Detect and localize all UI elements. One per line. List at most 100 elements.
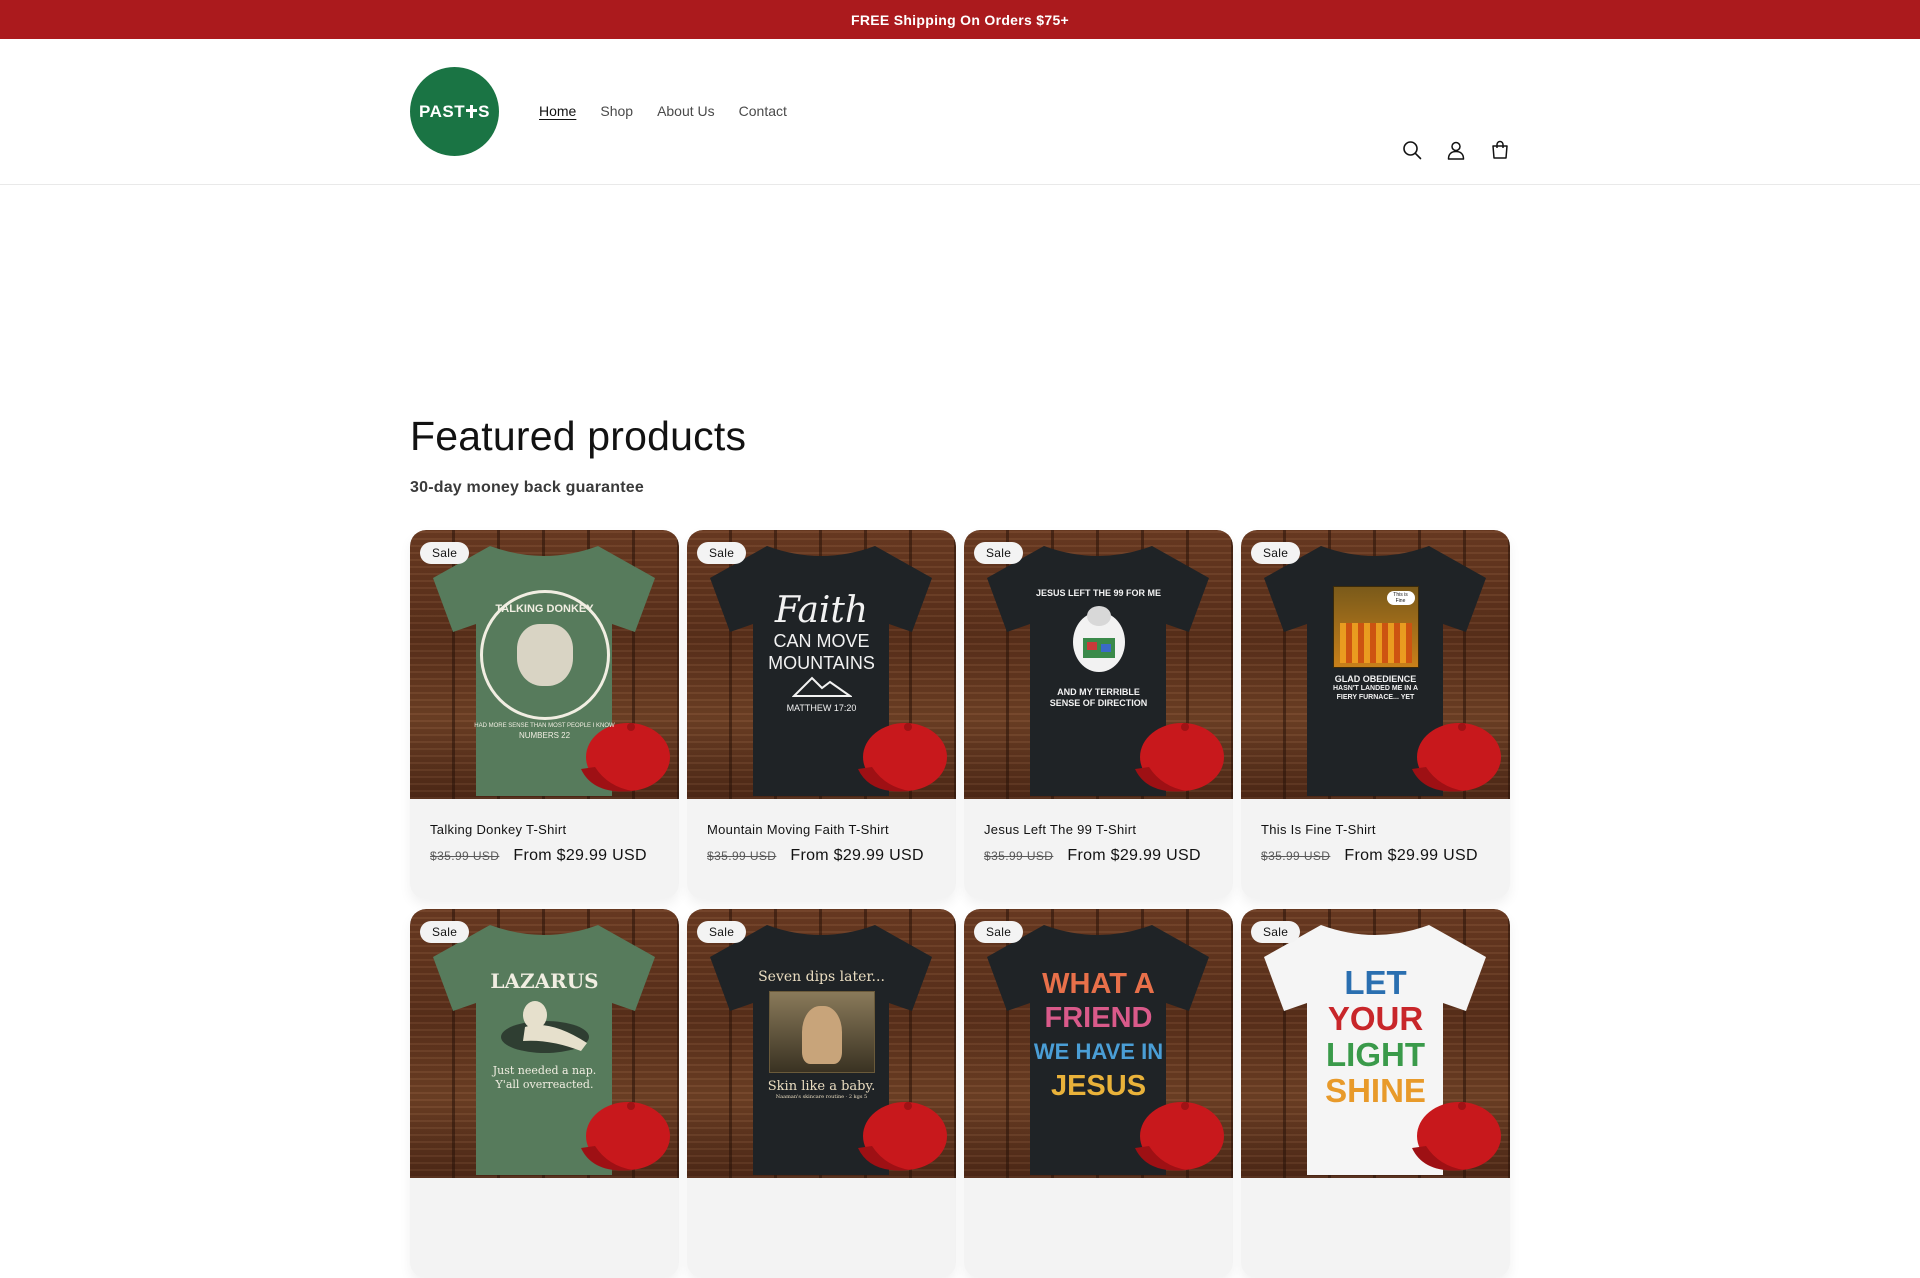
product-image[interactable]: Sale Faith CAN MOVE MOUNTAINS MATTHEW 17…: [687, 530, 956, 799]
product-name[interactable]: Mountain Moving Faith T-Shirt: [707, 821, 936, 839]
red-cap-image: [581, 1102, 670, 1171]
sale-badge: Sale: [974, 542, 1024, 564]
product-image[interactable]: Sale JESUS LEFT THE 99 FOR ME AND MY TER…: [964, 530, 1233, 799]
print-line: MATTHEW 17:20: [786, 703, 857, 713]
product-grid: Sale TALKING DONKEY HAD MORE SENSE THAN …: [410, 530, 1510, 1278]
red-cap-image: [1135, 723, 1224, 792]
sheep-icon: [1072, 606, 1125, 672]
lazarus-figure-image: [500, 1001, 589, 1053]
section-title: Featured products: [410, 413, 747, 459]
print-line: AND MY TERRIBLE: [1057, 687, 1140, 697]
print-line: CAN MOVE: [773, 631, 870, 651]
product-price: $35.99 USD From $29.99 USD: [984, 847, 1213, 865]
product-image[interactable]: Sale TALKING DONKEY HAD MORE SENSE THAN …: [410, 530, 679, 799]
print-line: MOUNTAINS: [768, 653, 875, 673]
print-line: SHINE: [1325, 1072, 1426, 1109]
nav-home[interactable]: Home: [527, 101, 588, 121]
cart-icon[interactable]: [1478, 128, 1522, 172]
sale-price: From $29.99 USD: [790, 847, 924, 864]
product-price: $35.99 USD From $29.99 USD: [1261, 847, 1490, 865]
shirt-print: LAZARUS Just needed a nap. Y'all overrea…: [410, 969, 679, 1092]
section-subtitle: 30-day money back guarantee: [410, 479, 644, 496]
site-header: PAST S Home Shop About Us Contact: [0, 39, 1920, 185]
logo-text-left: PAST: [419, 101, 466, 121]
header-icons: [1390, 128, 1522, 172]
product-card[interactable]: Sale LAZARUS Just needed a nap. Y'all ov…: [410, 909, 679, 1278]
regular-price: $35.99 USD: [1261, 849, 1331, 863]
print-line: FRIEND: [1044, 1002, 1153, 1034]
shirt-print: LET YOUR LIGHT SHINE: [1241, 965, 1510, 1109]
red-cap-image: [1412, 723, 1501, 792]
product-card[interactable]: Sale LET YOUR LIGHT SHINE: [1241, 909, 1510, 1278]
regular-price: $35.99 USD: [984, 849, 1054, 863]
regular-price: $35.99 USD: [707, 849, 777, 863]
print-line: WE HAVE IN: [1033, 1039, 1164, 1064]
product-image[interactable]: Sale LAZARUS Just needed a nap. Y'all ov…: [410, 909, 679, 1178]
account-icon[interactable]: [1434, 128, 1478, 172]
product-card[interactable]: Sale JESUS LEFT THE 99 FOR ME AND MY TER…: [964, 530, 1233, 899]
sale-badge: Sale: [697, 542, 747, 564]
red-cap-image: [1135, 1102, 1224, 1171]
product-card[interactable]: Sale Seven dips later... Skin like a bab…: [687, 909, 956, 1278]
print-line: Faith: [774, 590, 869, 631]
product-image[interactable]: Sale LET YOUR LIGHT SHINE: [1241, 909, 1510, 1178]
product-price: $35.99 USD From $29.99 USD: [707, 847, 936, 865]
main-nav: Home Shop About Us Contact: [527, 101, 799, 121]
red-cap-image: [858, 723, 947, 792]
sale-price: From $29.99 USD: [1344, 847, 1478, 864]
brand-logo[interactable]: PAST S: [410, 67, 499, 156]
print-line: This is Fine: [1386, 591, 1415, 605]
product-image[interactable]: Sale This is Fine GLAD OBEDIENCE HASN'T …: [1241, 530, 1510, 799]
shirt-print: Seven dips later... Skin like a baby. Na…: [687, 969, 956, 1100]
print-line: HAD MORE SENSE THAN MOST PEOPLE I KNOW: [474, 723, 615, 729]
announcement-bar: FREE Shipping On Orders $75+: [0, 0, 1920, 39]
print-line: YOUR: [1327, 1000, 1424, 1037]
print-line: Skin like a baby.: [767, 1079, 876, 1094]
print-line: SENSE OF DIRECTION: [1049, 698, 1148, 708]
print-line: HASN'T LANDED ME IN A: [1332, 685, 1418, 692]
search-icon[interactable]: [1390, 128, 1434, 172]
product-card[interactable]: Sale Faith CAN MOVE MOUNTAINS MATTHEW 17…: [687, 530, 956, 899]
sale-badge: Sale: [1251, 542, 1301, 564]
print-line: Seven dips later...: [758, 969, 885, 985]
print-line: FIERY FURNACE... YET: [1336, 694, 1415, 701]
print-line: LIGHT: [1326, 1036, 1425, 1073]
sale-badge: Sale: [697, 921, 747, 943]
nav-about-us[interactable]: About Us: [645, 101, 727, 121]
shirt-print: Faith CAN MOVE MOUNTAINS MATTHEW 17:20: [687, 590, 956, 714]
sale-badge: Sale: [420, 921, 470, 943]
regular-price: $35.99 USD: [430, 849, 500, 863]
product-card[interactable]: Sale This is Fine GLAD OBEDIENCE HASN'T …: [1241, 530, 1510, 899]
print-line: Y'all overreacted.: [495, 1078, 594, 1091]
cross-icon: [466, 105, 478, 118]
print-line: NUMBERS 22: [518, 731, 571, 740]
print-line: JESUS: [1050, 1070, 1147, 1102]
red-cap-image: [858, 1102, 947, 1171]
nav-contact[interactable]: Contact: [727, 101, 799, 121]
product-image[interactable]: Sale WHAT A FRIEND WE HAVE IN JESUS: [964, 909, 1233, 1178]
product-card[interactable]: Sale WHAT A FRIEND WE HAVE IN JESUS: [964, 909, 1233, 1278]
print-line: JESUS LEFT THE 99 FOR ME: [1035, 588, 1162, 598]
logo-text-right: S: [478, 101, 490, 121]
mountain-icon: [791, 676, 853, 697]
sale-badge: Sale: [420, 542, 470, 564]
product-name[interactable]: Talking Donkey T-Shirt: [430, 821, 659, 839]
print-line: LAZARUS: [490, 969, 599, 993]
announcement-text: FREE Shipping On Orders $75+: [850, 11, 1070, 28]
shirt-print: This is Fine GLAD OBEDIENCE HASN'T LANDE…: [1241, 586, 1510, 702]
print-line: Just needed a nap.: [492, 1064, 597, 1077]
product-card[interactable]: Sale TALKING DONKEY HAD MORE SENSE THAN …: [410, 530, 679, 899]
shirt-print: JESUS LEFT THE 99 FOR ME AND MY TERRIBLE…: [964, 588, 1233, 709]
sale-price: From $29.99 USD: [513, 847, 647, 864]
print-line: Naaman's skincare routine · 2 kgs 5: [775, 1094, 868, 1100]
product-name[interactable]: This Is Fine T-Shirt: [1261, 821, 1490, 839]
shirt-print: WHAT A FRIEND WE HAVE IN JESUS: [964, 967, 1233, 1103]
print-line: WHAT A: [1042, 968, 1155, 1000]
sale-badge: Sale: [1251, 921, 1301, 943]
product-price: $35.99 USD From $29.99 USD: [430, 847, 659, 865]
sale-price: From $29.99 USD: [1067, 847, 1201, 864]
nav-shop[interactable]: Shop: [588, 101, 645, 121]
product-image[interactable]: Sale Seven dips later... Skin like a bab…: [687, 909, 956, 1178]
sale-badge: Sale: [974, 921, 1024, 943]
product-name[interactable]: Jesus Left The 99 T-Shirt: [984, 821, 1213, 839]
